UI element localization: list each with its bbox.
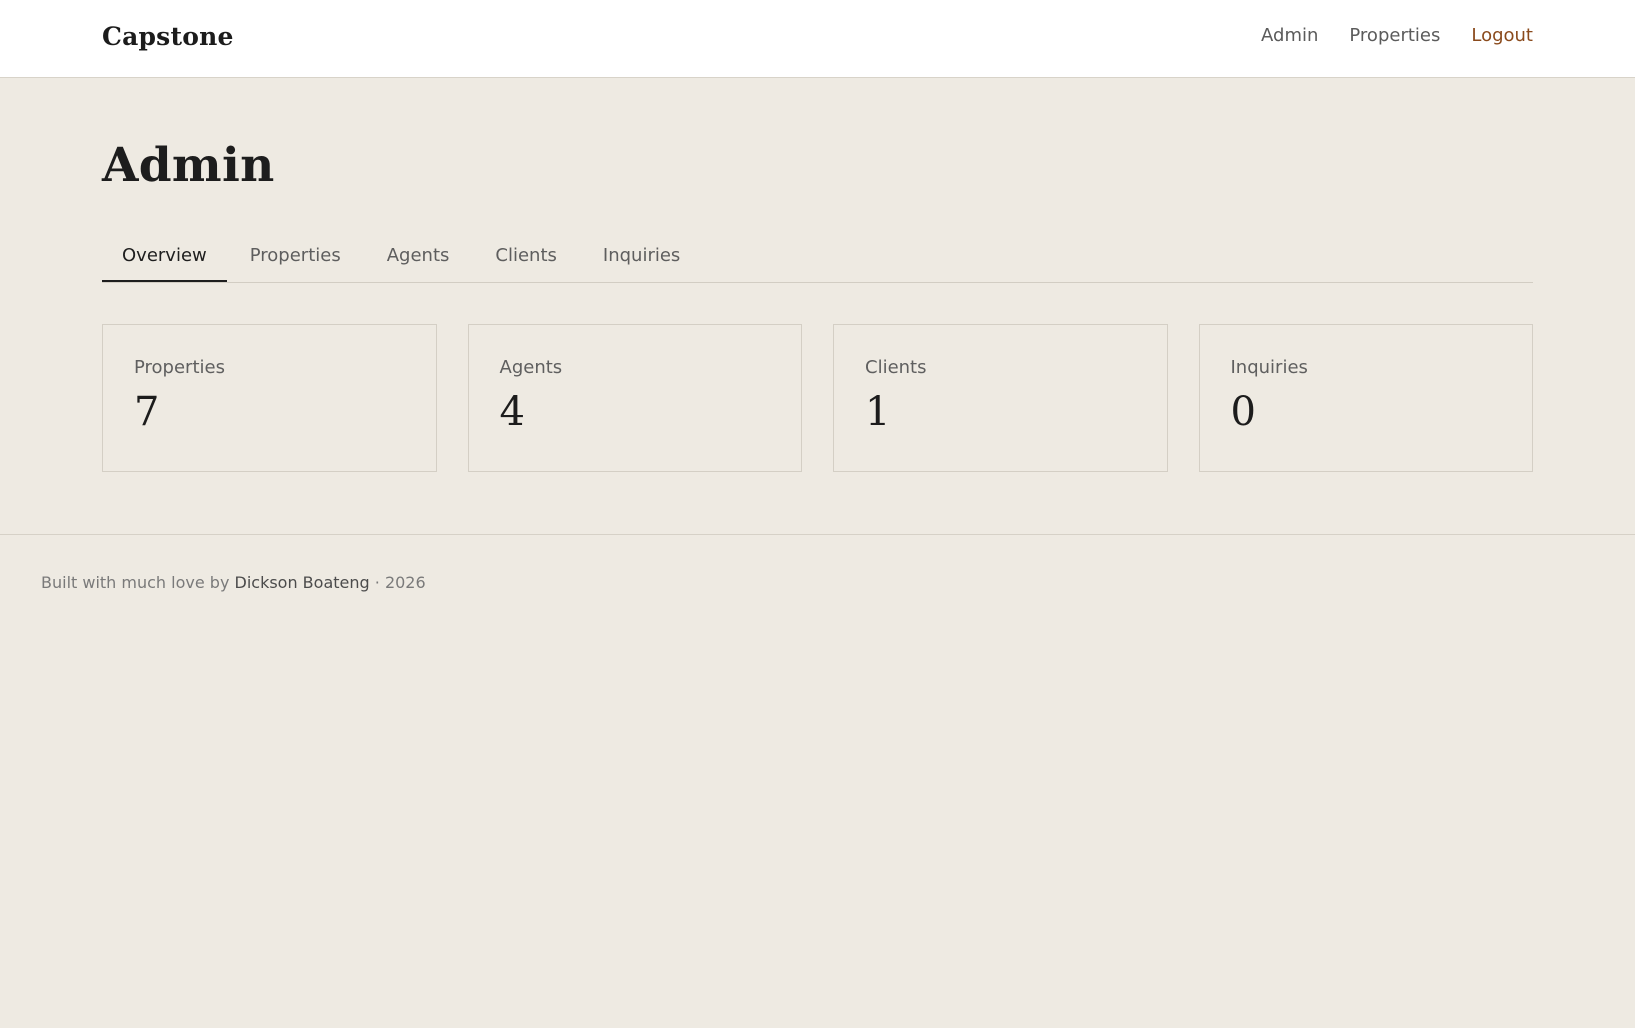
brand-logo-link[interactable]: Capstone: [102, 22, 234, 51]
tab-inquiries[interactable]: Inquiries: [580, 240, 703, 282]
stat-label: Properties: [134, 357, 225, 378]
footer-prefix: Built with much love by: [41, 573, 230, 592]
stat-card-properties: Properties 7: [102, 324, 437, 472]
page-title: Admin: [102, 138, 275, 193]
stat-card-clients: Clients 1: [833, 324, 1168, 472]
tab-overview[interactable]: Overview: [102, 240, 227, 282]
stat-value: 4: [499, 389, 525, 435]
stat-value: 0: [1230, 389, 1256, 435]
stat-value: 1: [865, 389, 891, 435]
nav-logout-link[interactable]: Logout: [1471, 25, 1533, 46]
stats-cards: Properties 7 Agents 4 Clients 1 Inquirie…: [102, 324, 1533, 472]
stat-card-inquiries: Inquiries 0: [1198, 324, 1533, 472]
stat-card-agents: Agents 4: [467, 324, 802, 472]
page-footer: Built with much love by Dickson Boateng …: [0, 534, 1635, 592]
tab-properties[interactable]: Properties: [227, 240, 364, 282]
footer-suffix: · 2026: [374, 573, 426, 592]
admin-tabs: Overview Properties Agents Clients Inqui…: [102, 240, 1533, 283]
stat-label: Clients: [865, 357, 927, 378]
nav-admin-link[interactable]: Admin: [1261, 25, 1318, 46]
footer-text: Built with much love by Dickson Boateng …: [41, 573, 426, 592]
stat-value: 7: [134, 389, 160, 435]
stat-label: Agents: [499, 357, 563, 378]
stat-label: Inquiries: [1230, 357, 1308, 378]
top-navbar: Capstone Admin Properties Logout: [0, 0, 1635, 78]
nav-properties-link[interactable]: Properties: [1349, 25, 1440, 46]
footer-author-link[interactable]: Dickson Boateng: [235, 573, 370, 592]
main-nav: Admin Properties Logout: [1261, 25, 1533, 46]
tab-clients[interactable]: Clients: [472, 240, 580, 282]
tab-agents[interactable]: Agents: [364, 240, 473, 282]
